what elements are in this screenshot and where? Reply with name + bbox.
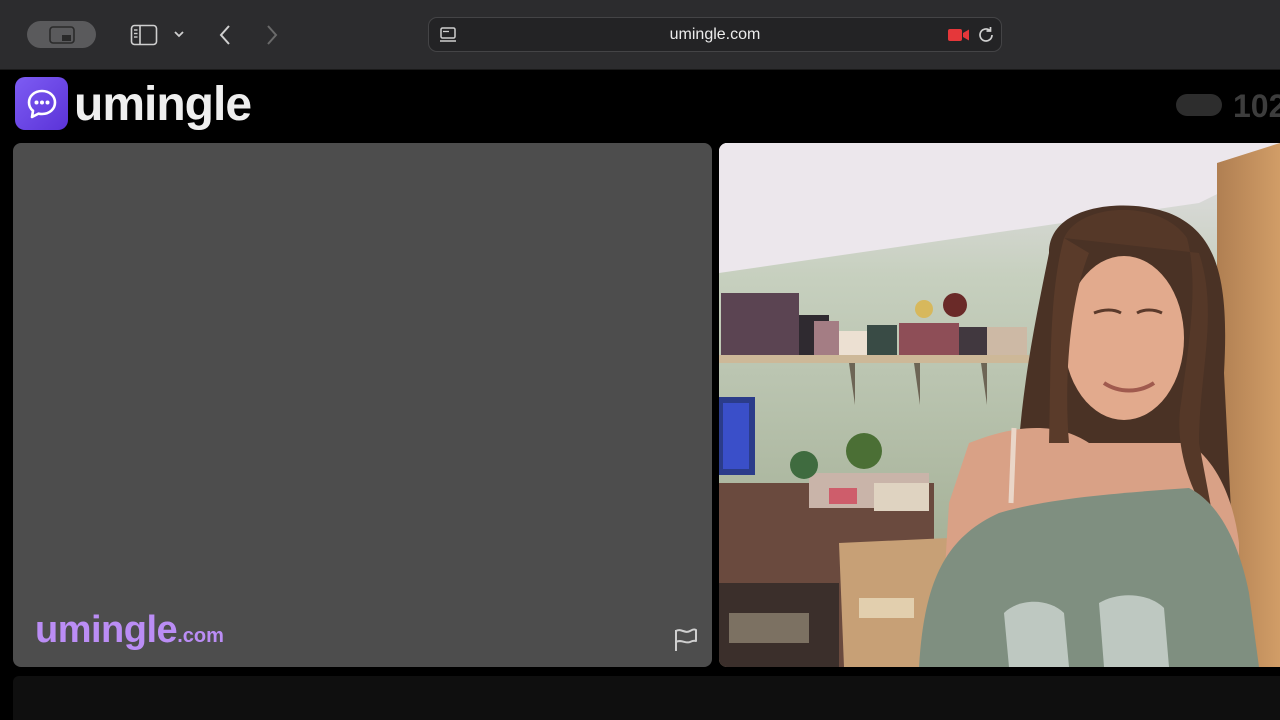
local-video-panel: umingle.com [13, 143, 712, 667]
browser-toolbar: umingle.com [0, 0, 1280, 70]
camera-in-use-icon[interactable] [947, 27, 971, 43]
logo-icon[interactable] [15, 77, 68, 130]
sidebar-icon [130, 24, 158, 46]
remote-video-panel [719, 143, 1280, 667]
bottom-control-bar [13, 676, 1280, 720]
sidebar-toggle-button[interactable] [128, 20, 160, 50]
window-tab-pill[interactable] [27, 21, 96, 48]
chat-bubble-icon [27, 89, 56, 118]
url-text: umingle.com [669, 26, 761, 43]
sidebar-menu-button[interactable] [170, 24, 188, 44]
watermark-name: umingle [35, 609, 178, 651]
chevron-right-icon [267, 25, 278, 45]
online-toggle[interactable] [1176, 94, 1222, 116]
watermark-domain: .com [177, 625, 224, 647]
tab-group-icon [48, 25, 75, 44]
watermark: umingle.com [35, 609, 224, 652]
site-logo-text[interactable]: umingle [74, 77, 252, 133]
report-button[interactable] [671, 625, 701, 655]
forward-button[interactable] [259, 20, 285, 50]
back-button[interactable] [212, 20, 238, 50]
online-count: 102 [1233, 88, 1280, 124]
address-bar[interactable]: umingle.com [428, 17, 1002, 52]
reload-icon[interactable] [975, 24, 997, 46]
chevron-down-icon [174, 31, 184, 38]
remote-video-feed [719, 143, 1280, 667]
chevron-left-icon [219, 25, 230, 45]
flag-icon [675, 628, 697, 651]
